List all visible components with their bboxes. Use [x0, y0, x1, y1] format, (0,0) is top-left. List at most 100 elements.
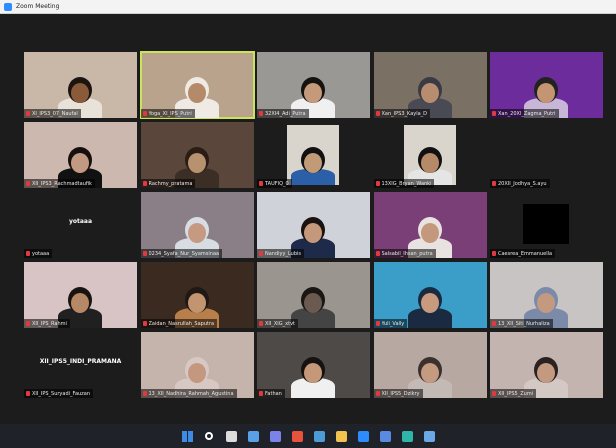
participant-tile[interactable]: Fathan: [257, 332, 370, 398]
muted-mic-icon: [259, 111, 263, 116]
participant-name: Yuli_Vally: [381, 320, 405, 327]
muted-mic-icon: [259, 391, 263, 396]
participant-name-bar: 13_XII_Siti_Nurhaliza: [490, 319, 553, 328]
muted-mic-icon: [26, 181, 30, 186]
participant-name-bar: XII_XIG_xtvt: [257, 319, 298, 328]
participant-tile[interactable]: TAUFIQ_0: [257, 122, 370, 188]
muted-mic-icon: [375, 251, 380, 256]
participant-display-name: XII_IPS5_INDI_PRAMANA: [39, 358, 122, 365]
participant-tile[interactable]: 13_XII_Nadhira_Rahmah_Agustina: [140, 332, 254, 398]
muted-mic-icon: [26, 321, 30, 326]
participant-tile[interactable]: XII_IPS_Rahmi: [24, 262, 137, 328]
participant-name: 13_XII_Nadhira_Rahmah_Agustina: [148, 390, 234, 397]
participant-name: 20XII_Jodhya_S.ayu: [498, 180, 547, 187]
participant-name-bar: XII_IPS_Rahmi: [24, 319, 70, 328]
muted-mic-icon: [26, 111, 30, 116]
store-icon[interactable]: [421, 428, 437, 444]
muted-mic-icon: [142, 251, 147, 256]
participant-name: Caesrea_Emmanuella: [498, 250, 553, 257]
participant-name-bar: Salsabil_Ihsan_putra: [373, 249, 436, 258]
participant-tile[interactable]: Zaidan_Nasrullah_Saputra: [140, 262, 254, 328]
participant-name: Salsabil_Ihsan_putra: [381, 250, 433, 257]
muted-mic-icon: [492, 321, 496, 326]
participant-tile[interactable]: 0234_Syafa_Nur_Syamsinaa: [140, 192, 254, 258]
meeting-view: XI_IPS3_07_Naufal Yoga_XI_IPS_Putri 32XI4_…: [0, 14, 616, 424]
muted-mic-icon: [375, 391, 380, 396]
participant-name-bar: Yoga_XI_IPS_Putri: [140, 109, 195, 118]
window-title: Zoom Meeting: [16, 3, 60, 10]
participant-name-bar: XII_IPS5_Zumi: [490, 389, 537, 398]
search-icon[interactable]: [201, 428, 217, 444]
participant-name: Fathan: [265, 390, 282, 397]
participant-tile[interactable]: Xan_IPS3_Kayla_D: [373, 52, 487, 118]
task-view-icon[interactable]: [223, 428, 239, 444]
muted-mic-icon: [142, 321, 147, 326]
participant-name-bar: 13_XII_Nadhira_Rahmah_Agustina: [140, 389, 237, 398]
title-bar: Zoom Meeting: [0, 0, 616, 14]
participant-name-bar: 20XII_Jodhya_S.ayu: [490, 179, 550, 188]
participant-name-bar: TAUFIQ_0: [257, 179, 292, 188]
participant-name: Rachmy_pratama: [148, 180, 193, 187]
muted-mic-icon: [492, 181, 496, 186]
participant-tile[interactable]: XII_XIG_xtvt: [257, 262, 370, 328]
participant-tile[interactable]: Caesrea_Emmanuella: [490, 192, 603, 258]
muted-mic-icon: [259, 251, 263, 256]
participant-tile[interactable]: XI_IPS3_07_Naufal: [24, 52, 137, 118]
participant-name-bar: XII_IPS_Suryadi_Fauzan: [24, 389, 94, 398]
zoom-icon[interactable]: [355, 428, 371, 444]
mail-icon[interactable]: [377, 428, 393, 444]
participant-tile[interactable]: 13XIG_Bryan_Wanki: [373, 122, 487, 188]
participant-name: Zaidan_Nasrullah_Saputra: [148, 320, 215, 327]
participant-name: XII_XIG_xtvt: [265, 320, 295, 327]
participant-tile[interactable]: 13_XII_Siti_Nurhaliza: [490, 262, 603, 328]
participant-name-bar: 0234_Syafa_Nur_Syamsinaa: [140, 249, 223, 258]
chat-icon[interactable]: [267, 428, 283, 444]
participant-name: XI_IPS3_07_Naufal: [32, 110, 78, 117]
participant-tile[interactable]: XII_IPS5_Dzikry: [373, 332, 487, 398]
participant-name-bar: XII_IPS5_Dzikry: [373, 389, 423, 398]
settings-icon[interactable]: [311, 428, 327, 444]
participant-tile[interactable]: XII_IPS5_INDI_PRAMANA XII_IPS_Suryadi_Fau…: [24, 332, 137, 398]
participant-tile[interactable]: 32XI4_Adi_Putra: [257, 52, 370, 118]
participant-name: XII_IPS5_Zumi: [498, 390, 534, 397]
participant-tile[interactable]: XII_IPS3_Rachmadtaufik: [24, 122, 137, 188]
widgets-icon[interactable]: [245, 428, 261, 444]
participant-name-bar: XII_IPS3_Rachmadtaufik: [24, 179, 95, 188]
muted-mic-icon: [259, 181, 263, 186]
muted-mic-icon: [26, 251, 30, 256]
participant-tile[interactable]: XII_IPS5_Zumi: [490, 332, 603, 398]
muted-mic-icon: [26, 391, 30, 396]
participant-name-bar: Nandiyy_Lubis: [257, 249, 304, 258]
participant-name-bar: Xan_20XI_Zagma_Putri: [490, 109, 559, 118]
participant-name: Yoga_XI_IPS_Putri: [148, 110, 192, 117]
office-icon[interactable]: [289, 428, 305, 444]
participant-name: Nandiyy_Lubis: [265, 250, 301, 257]
windows-start-icon[interactable]: [179, 428, 195, 444]
participant-tile[interactable]: 20XII_Jodhya_S.ayu: [490, 122, 603, 188]
muted-mic-icon: [375, 111, 380, 116]
muted-mic-icon: [259, 321, 263, 326]
participant-name: yotaaa: [32, 250, 50, 257]
participant-tile[interactable]: Xan_20XI_Zagma_Putri: [490, 52, 603, 118]
participant-tile[interactable]: Nandiyy_Lubis: [257, 192, 370, 258]
participant-name-bar: yotaaa: [24, 249, 53, 258]
participant-name: XII_IPS_Rahmi: [32, 320, 67, 327]
participant-name: Xan_IPS3_Kayla_D: [381, 110, 428, 117]
participant-name-bar: Fathan: [257, 389, 285, 398]
black-video: [523, 204, 569, 244]
participant-tile[interactable]: yotaaa yotaaa: [24, 192, 137, 258]
participant-tile[interactable]: Yoga_XI_IPS_Putri: [139, 51, 255, 119]
participant-name: 32XI4_Adi_Putra: [265, 110, 306, 117]
participant-tile[interactable]: Yuli_Vally: [373, 262, 487, 328]
muted-mic-icon: [375, 321, 380, 326]
participant-tile[interactable]: Salsabil_Ihsan_putra: [373, 192, 487, 258]
muted-mic-icon: [142, 111, 147, 116]
edge-icon[interactable]: [399, 428, 415, 444]
gallery-grid: XI_IPS3_07_Naufal Yoga_XI_IPS_Putri 32XI4_…: [24, 51, 603, 400]
file-explorer-icon[interactable]: [333, 428, 349, 444]
participant-name: XII_IPS3_Rachmadtaufik: [32, 180, 92, 187]
participant-tile[interactable]: Rachmy_pratama: [140, 122, 254, 188]
participant-name: XII_IPS5_Dzikry: [381, 390, 420, 397]
participant-name-bar: Rachmy_pratama: [140, 179, 196, 188]
participant-name-bar: 13XIG_Bryan_Wanki: [373, 179, 435, 188]
